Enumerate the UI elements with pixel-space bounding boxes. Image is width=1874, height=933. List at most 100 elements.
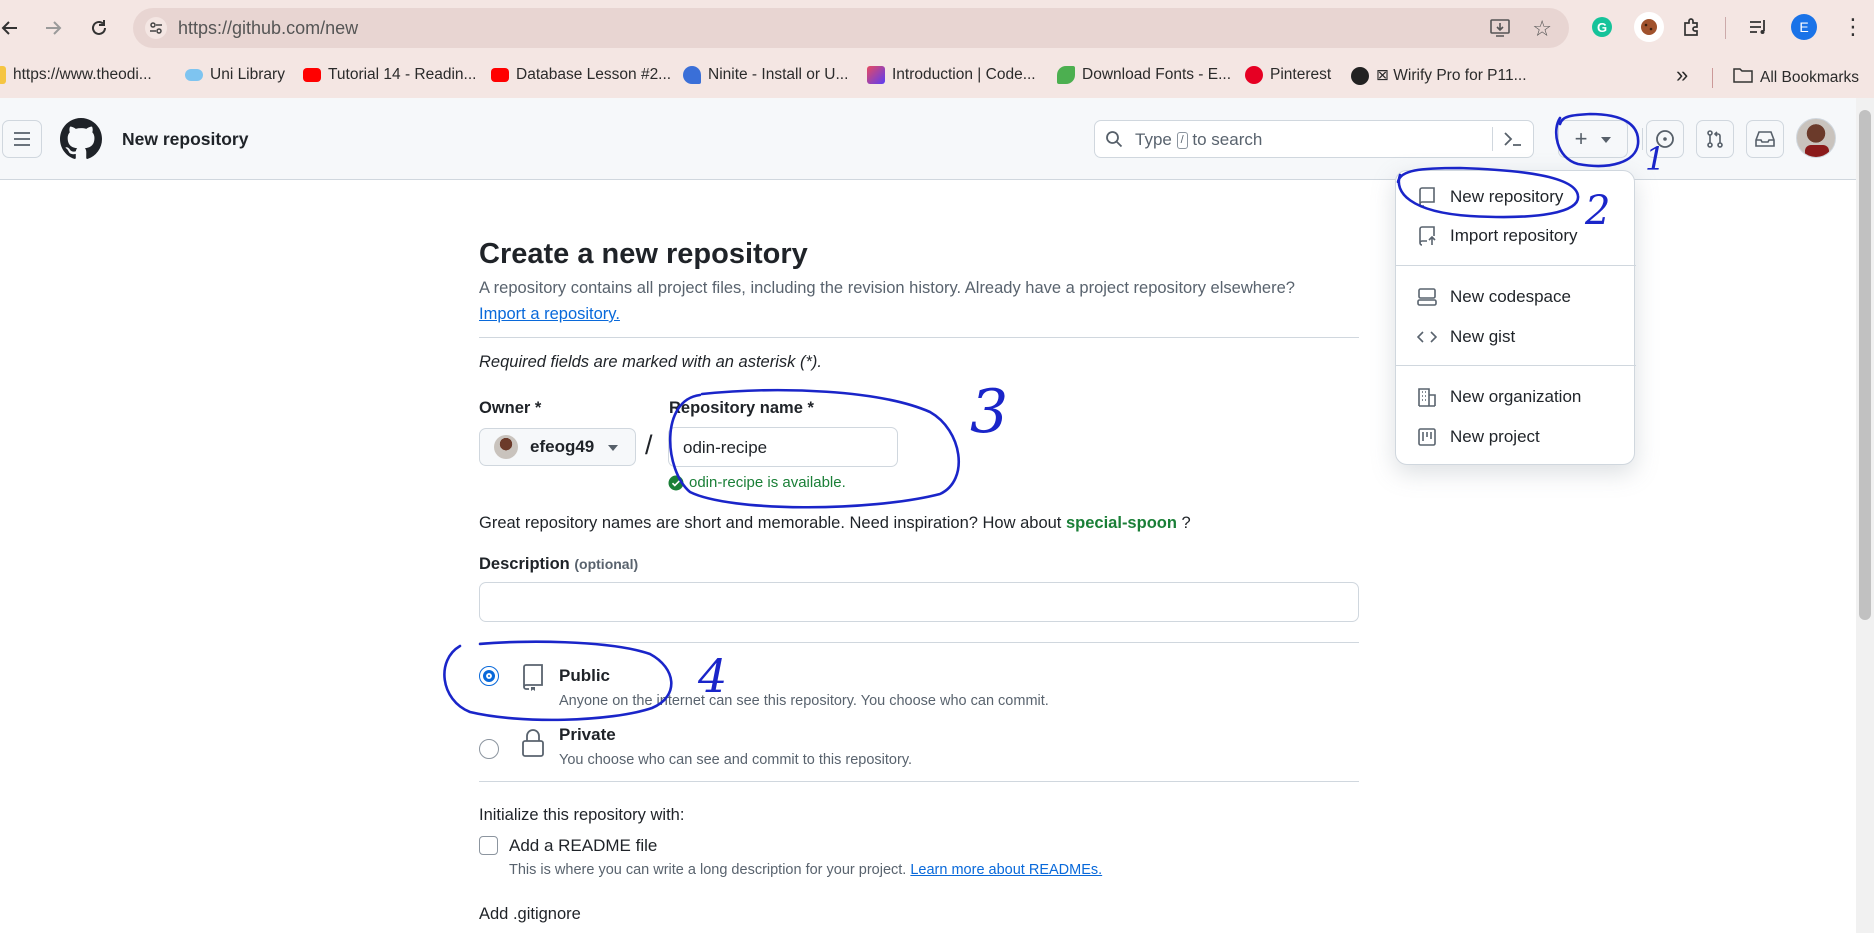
grammarly-icon[interactable]: G [1589, 14, 1615, 40]
public-radio[interactable] [479, 666, 499, 686]
bookmark-label: Tutorial 14 - Readin... [328, 66, 477, 83]
star-icon[interactable]: ☆ [1532, 16, 1552, 42]
pull-requests-button[interactable] [1696, 120, 1734, 158]
private-label: Private [559, 725, 616, 744]
github-logo-icon[interactable] [60, 118, 102, 165]
bookmark-item[interactable]: https://www.theodi... [0, 66, 152, 84]
browser-menu-icon[interactable]: ⋮ [1840, 14, 1866, 40]
suggested-name[interactable]: special-spoon [1066, 514, 1177, 532]
menu-item-import-repository[interactable]: Import repository [1396, 217, 1636, 255]
section-divider [479, 642, 1359, 643]
avatar-shirt [1805, 145, 1829, 157]
bookmarks-bar: https://www.theodi... Uni Library Tutori… [0, 56, 1874, 98]
check-circle-icon [668, 475, 684, 490]
menu-item-new-project[interactable]: New project [1396, 418, 1636, 456]
issues-button[interactable] [1646, 120, 1684, 158]
bookmark-label: Uni Library [210, 66, 285, 83]
repo-name-label: Repository name * [669, 399, 814, 417]
bookmark-label: Database Lesson #2... [516, 66, 672, 83]
import-repository-link[interactable]: Import a repository. [479, 305, 620, 324]
globe-icon [1351, 66, 1369, 85]
lock-icon [521, 728, 545, 763]
command-palette-icon[interactable] [1503, 130, 1523, 153]
repo-name-input[interactable]: odin-recipe [668, 427, 898, 467]
youtube-icon [303, 68, 321, 82]
plus-icon: + [1574, 126, 1588, 151]
search-placeholder: Type / to search [1135, 130, 1262, 150]
header-divider [1642, 128, 1643, 150]
scroll-thumb[interactable] [1859, 110, 1871, 620]
more-bookmarks-button[interactable]: » [1676, 62, 1688, 88]
bookmark-item[interactable]: Tutorial 14 - Readin... [303, 66, 476, 84]
search-placeholder-suffix: to search [1192, 130, 1263, 149]
learn-more-readmes-link[interactable]: Learn more about READMEs. [910, 862, 1102, 878]
back-arrow-icon[interactable] [0, 12, 26, 44]
owner-avatar [494, 435, 518, 459]
menu-item-label: New codespace [1450, 287, 1571, 306]
profile-avatar[interactable]: E [1791, 14, 1817, 40]
bookmark-item[interactable]: ⊠ Wirify Pro for P11... [1351, 66, 1527, 85]
search-input[interactable]: Type / to search [1094, 120, 1534, 158]
triangle-down-icon [608, 438, 619, 456]
private-description: You choose who can see and commit to thi… [559, 752, 913, 768]
site-info-icon[interactable] [145, 17, 167, 39]
bookmark-item[interactable]: Uni Library [185, 66, 285, 84]
readme-checkbox[interactable] [479, 836, 498, 855]
page-scrollbar[interactable] [1856, 98, 1874, 933]
forward-arrow-icon[interactable] [37, 12, 69, 44]
hamburger-icon [14, 132, 30, 146]
bookmark-item[interactable]: Ninite - Install or U... [683, 66, 848, 84]
owner-select[interactable]: efeog49 [479, 428, 636, 466]
search-placeholder-prefix: Type [1135, 130, 1172, 149]
menu-item-label: New gist [1450, 327, 1516, 346]
url-text: https://github.com/new [178, 18, 359, 38]
bookmark-label: Pinterest [1270, 66, 1332, 83]
menu-item-label: Import repository [1450, 226, 1578, 245]
page-heading: Create a new repository [479, 238, 808, 270]
project-icon [1416, 426, 1438, 448]
menu-divider [1396, 265, 1636, 266]
media-controls-icon[interactable] [1745, 14, 1771, 40]
bookmark-item[interactable]: Pinterest [1245, 66, 1331, 84]
leaf-icon [1057, 66, 1075, 84]
address-bar[interactable]: https://github.com/new ☆ [133, 8, 1569, 48]
radio-dot [483, 670, 495, 682]
codespace-icon [1416, 286, 1438, 308]
menu-item-new-organization[interactable]: New organization [1396, 378, 1636, 416]
ninite-icon [683, 66, 701, 84]
description-input[interactable] [479, 582, 1359, 622]
name-suggestion: Great repository names are short and mem… [479, 514, 1191, 533]
private-radio[interactable] [479, 739, 499, 759]
bookmark-label: https://www.theodi... [13, 66, 152, 83]
hamburger-menu-button[interactable] [2, 120, 42, 158]
install-app-icon[interactable] [1489, 17, 1511, 44]
user-avatar[interactable] [1796, 118, 1836, 158]
description-label-text: Description [479, 555, 570, 573]
cookie-extension-icon[interactable] [1634, 12, 1664, 42]
organization-icon [1416, 386, 1438, 408]
code-icon [1416, 326, 1438, 348]
menu-item-new-repository[interactable]: New repository [1396, 178, 1636, 216]
youtube-icon [491, 68, 509, 82]
reload-icon[interactable] [83, 12, 115, 44]
repo-icon [521, 663, 545, 696]
extensions-puzzle-icon[interactable] [1679, 14, 1705, 40]
bookmark-label: ⊠ Wirify Pro for P11... [1376, 67, 1527, 84]
bookmark-item[interactable]: Introduction | Code... [867, 66, 1036, 84]
all-bookmarks-button[interactable]: All Bookmarks [1733, 66, 1859, 89]
bookmark-item[interactable]: Download Fonts - E... [1057, 66, 1231, 84]
section-divider [479, 337, 1359, 338]
description-label: Description (optional) [479, 555, 638, 574]
menu-item-new-codespace[interactable]: New codespace [1396, 278, 1636, 316]
bookmark-label: Download Fonts - E... [1082, 66, 1232, 83]
code-icon [867, 66, 885, 84]
menu-item-new-gist[interactable]: New gist [1396, 318, 1636, 356]
required-note: Required fields are marked with an aster… [479, 353, 822, 371]
owner-label: Owner * [479, 399, 542, 417]
browser-toolbar: https://github.com/new ☆ G E ⋮ [0, 0, 1874, 56]
inbox-button[interactable] [1746, 120, 1784, 158]
page-icon [0, 66, 6, 84]
optional-hint: (optional) [574, 556, 639, 572]
create-new-button[interactable]: + [1558, 120, 1628, 158]
bookmark-item[interactable]: Database Lesson #2... [491, 66, 671, 84]
